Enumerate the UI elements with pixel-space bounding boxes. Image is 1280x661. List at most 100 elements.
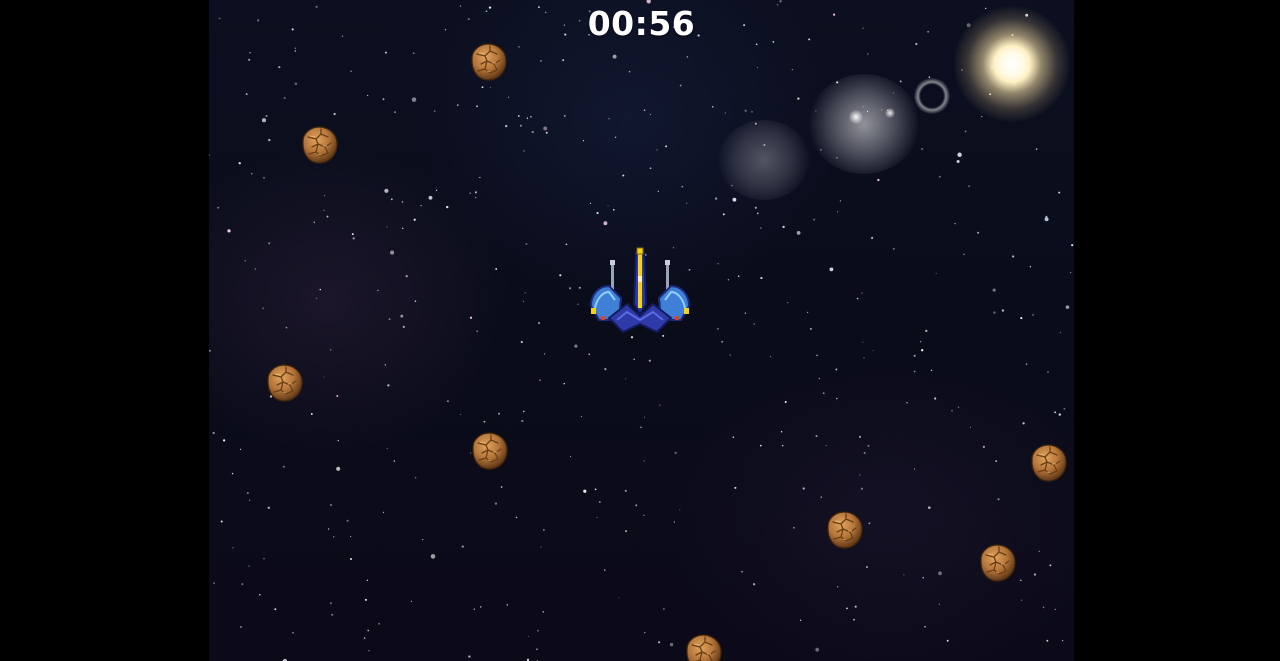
star	[209, 154, 210, 156]
star	[248, 58, 251, 61]
star	[673, 521, 675, 523]
star	[806, 311, 809, 314]
star	[520, 340, 523, 344]
star	[517, 115, 520, 117]
star	[323, 194, 326, 197]
star	[1058, 413, 1061, 416]
star	[480, 606, 482, 608]
star	[247, 492, 249, 494]
star	[1025, 363, 1028, 365]
star	[657, 190, 660, 193]
lens-flare-ring	[914, 78, 950, 114]
star	[536, 648, 538, 651]
game-playfield[interactable]: 00:56	[209, 0, 1074, 661]
star	[222, 439, 226, 442]
star	[402, 325, 405, 328]
star	[543, 126, 548, 131]
star	[527, 635, 529, 637]
star	[711, 106, 714, 108]
star	[323, 209, 325, 211]
asteroid-icon	[980, 544, 1016, 582]
star	[574, 344, 578, 348]
star	[1038, 550, 1041, 553]
star	[744, 312, 747, 314]
star	[1047, 371, 1049, 373]
star	[906, 401, 908, 404]
star	[721, 340, 724, 343]
star	[727, 279, 730, 281]
star	[644, 416, 646, 418]
star	[951, 410, 953, 412]
star	[336, 466, 341, 471]
star	[640, 426, 642, 429]
star	[245, 93, 248, 96]
star	[323, 376, 325, 378]
star	[543, 353, 546, 355]
star	[744, 109, 747, 112]
star	[930, 369, 933, 372]
star	[368, 649, 370, 652]
star	[350, 558, 352, 560]
star	[835, 368, 838, 371]
star	[760, 276, 763, 280]
star	[505, 124, 508, 128]
star	[542, 528, 545, 531]
star	[538, 322, 541, 325]
star	[577, 303, 579, 305]
star	[540, 546, 542, 548]
star	[618, 597, 620, 599]
star	[333, 536, 335, 538]
star	[812, 218, 816, 221]
asteroid-icon	[472, 432, 508, 470]
star	[433, 110, 436, 112]
star	[913, 354, 916, 357]
star	[656, 149, 658, 151]
star	[366, 579, 369, 581]
star	[825, 444, 827, 447]
star	[724, 112, 727, 114]
star	[957, 406, 960, 409]
star	[582, 140, 585, 142]
star	[734, 486, 737, 489]
star	[213, 582, 215, 584]
star	[714, 197, 718, 200]
star	[262, 307, 264, 310]
star	[820, 496, 823, 498]
star	[977, 231, 980, 234]
star	[604, 569, 606, 571]
star	[604, 368, 607, 371]
star	[686, 202, 688, 204]
star	[964, 130, 967, 133]
star	[992, 288, 996, 292]
spaceship-icon	[589, 247, 691, 334]
star	[539, 59, 543, 62]
star	[525, 243, 528, 245]
star	[481, 86, 484, 89]
star	[903, 574, 905, 576]
star	[387, 384, 390, 387]
star	[924, 625, 926, 628]
star	[837, 211, 839, 213]
star	[578, 286, 581, 289]
star	[350, 535, 352, 537]
star	[388, 318, 391, 321]
star	[741, 570, 743, 573]
star	[292, 631, 294, 634]
star	[537, 629, 539, 632]
game-timer: 00:56	[587, 4, 696, 43]
star	[239, 448, 242, 450]
star	[1029, 266, 1032, 268]
star	[607, 205, 609, 207]
star	[329, 602, 332, 605]
star	[495, 268, 498, 270]
star	[854, 605, 857, 608]
star	[562, 59, 565, 62]
star	[815, 435, 818, 438]
star	[822, 392, 825, 395]
star	[759, 444, 762, 447]
star	[799, 619, 802, 621]
star	[435, 189, 438, 192]
star	[1063, 407, 1066, 410]
star	[386, 448, 388, 450]
star	[545, 131, 548, 134]
